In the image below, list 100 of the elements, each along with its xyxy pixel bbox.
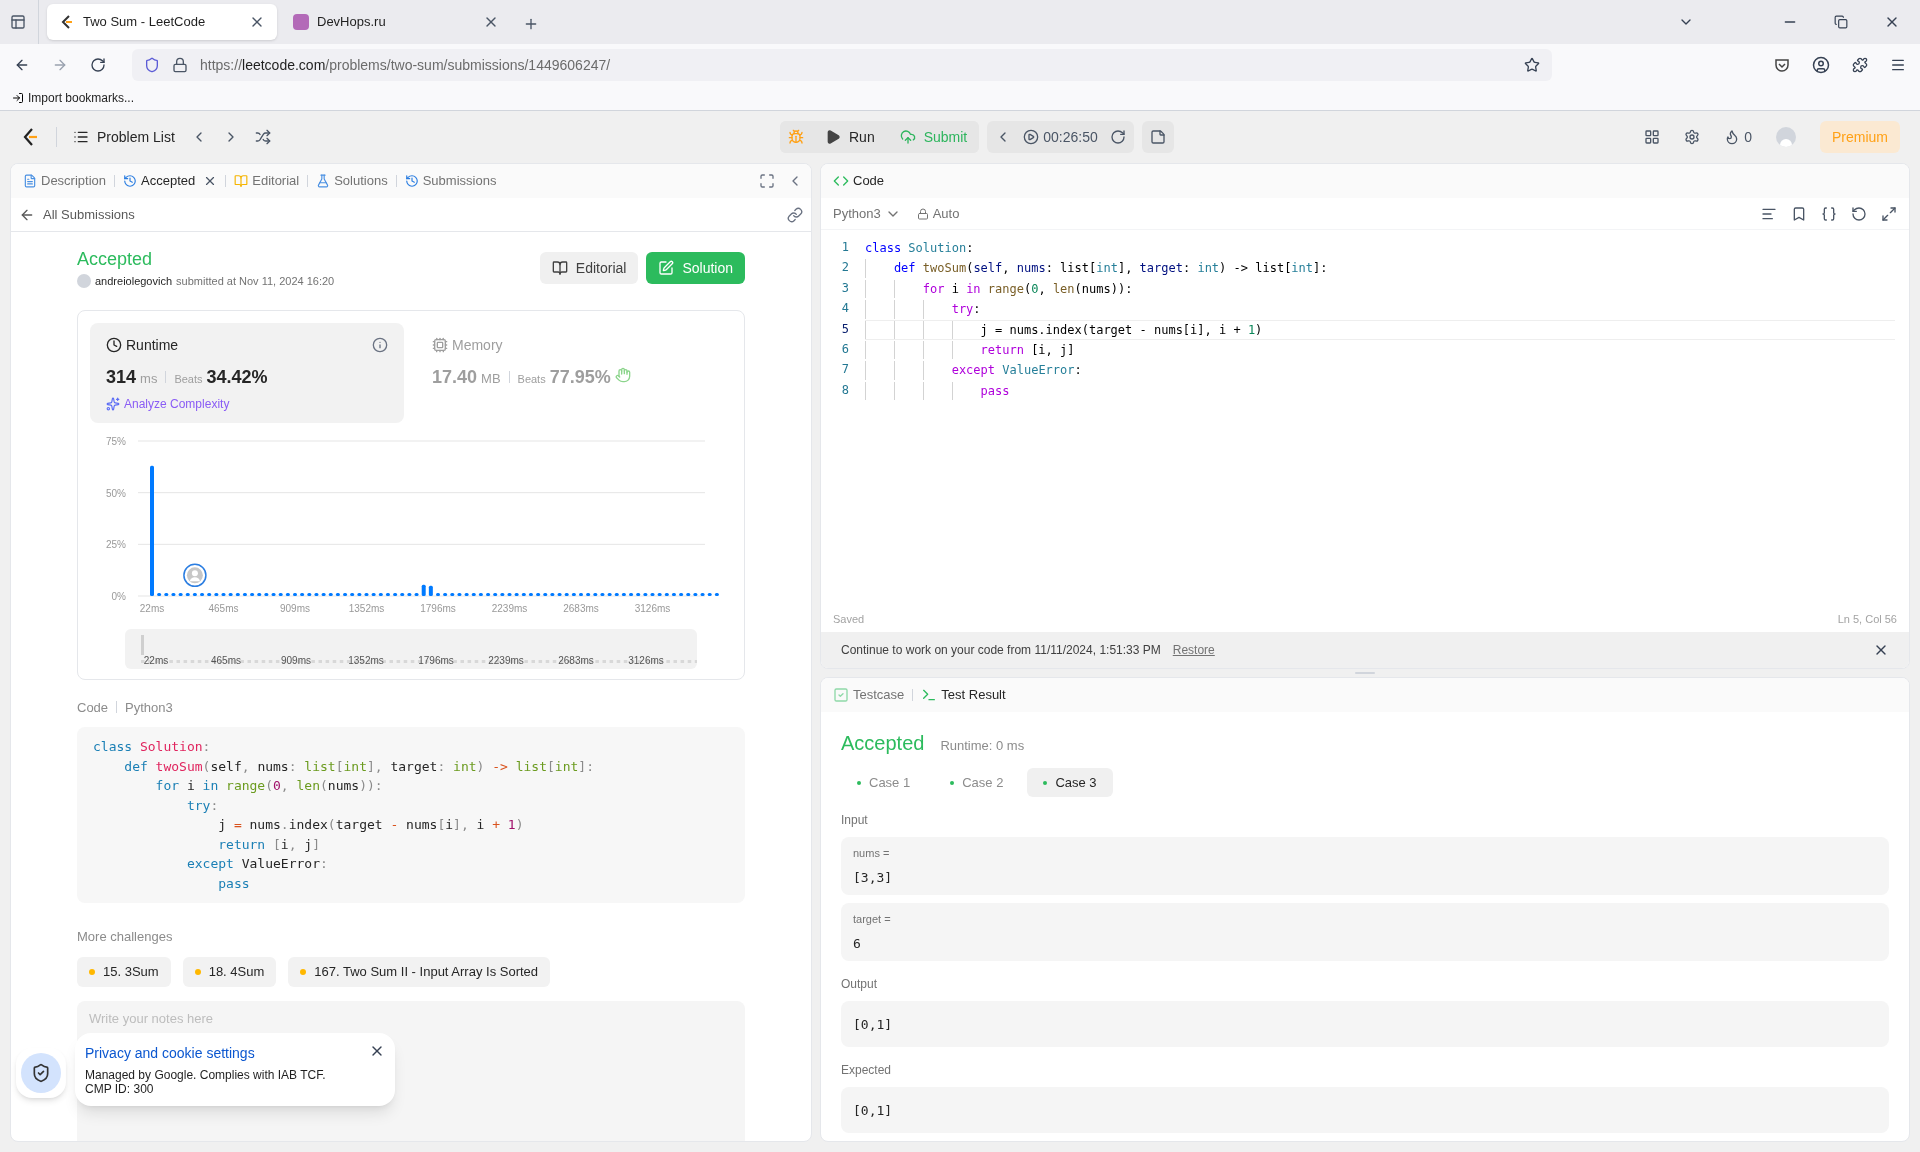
tab-title: DevHops.ru	[317, 13, 387, 32]
axis-label: 3126ms	[634, 602, 671, 614]
editorial-button[interactable]: Editorial	[539, 252, 639, 284]
output-value: [0,1]	[853, 1017, 893, 1032]
challenge-title[interactable]: 167. Two Sum II - Input Array Is Sorted	[314, 961, 539, 982]
challenge-chip[interactable]: 167. Two Sum II - Input Array Is Sorted	[288, 956, 551, 987]
language-select[interactable]: Python3	[833, 203, 901, 224]
range-label: 465ms	[210, 653, 242, 668]
line-number: 1	[840, 239, 850, 256]
beats-label: Beats	[517, 371, 546, 387]
submission-status: Accepted	[77, 248, 154, 271]
range-label: 2683ms	[557, 653, 595, 668]
browser-tab[interactable]: DevHops.ru	[281, 4, 511, 40]
panel-tab[interactable]: Editorial	[252, 171, 300, 191]
stat-unit: MB	[481, 369, 501, 388]
runtime-text: Runtime: 0 ms	[940, 737, 1025, 755]
submission-time: submitted at Nov 11, 2024 16:20	[176, 274, 335, 289]
code-line: for i in range(0, len(nums)):	[154, 777, 384, 795]
param-name: nums =	[853, 846, 891, 861]
code-line: return [i, j]	[217, 835, 321, 854]
challenge-title[interactable]: 18. 4Sum	[208, 961, 265, 982]
streak-count: 0	[1744, 127, 1752, 147]
problem-list-button[interactable]: Problem List	[73, 126, 175, 148]
beats-value: 34.42%	[206, 365, 268, 389]
code-line: pass	[217, 874, 251, 893]
expected-value: [0,1]	[853, 1103, 893, 1118]
section-title: More challenges	[77, 928, 174, 946]
panel-tab[interactable]: Description	[41, 171, 107, 191]
range-label: 3126ms	[627, 653, 665, 668]
code-line: return [i, j]	[865, 340, 1895, 361]
axis-label: 25%	[106, 538, 126, 550]
back-link[interactable]: All Submissions	[43, 204, 135, 225]
tab-title: Two Sum - LeetCode	[83, 13, 207, 32]
code-line: def twoSum(self, nums: list[int], target: int) -> list[int]:	[865, 258, 1895, 279]
browser-tab[interactable]: Two Sum - LeetCode	[47, 4, 277, 40]
code-line: j = nums.index(target - nums[i], i + 1)	[217, 816, 525, 834]
panel-tab[interactable]: Testcase	[853, 685, 905, 705]
result-status: Accepted	[841, 731, 925, 756]
stat-label: Runtime	[126, 335, 179, 355]
username[interactable]: andreiolegovich	[95, 273, 173, 290]
auto-mode: Auto	[932, 204, 960, 223]
code-line: try:	[185, 796, 220, 815]
panel-tab[interactable]: Test Result	[941, 685, 1006, 705]
panel-tab[interactable]: Submissions	[422, 171, 497, 191]
code-line: pass	[865, 380, 1895, 402]
analyze-link[interactable]: Analyze Complexity	[124, 394, 230, 413]
code-line: except ValueError:	[865, 360, 1895, 381]
restore-link[interactable]: Restore	[1172, 641, 1215, 659]
challenge-chip[interactable]: 18. 4Sum	[182, 956, 277, 987]
code-line: class Solution:	[93, 738, 212, 756]
challenge-title[interactable]: 15. 3Sum	[103, 961, 159, 982]
section-label: Input	[841, 812, 869, 829]
language-label: Python3	[125, 698, 173, 717]
case-tab[interactable]: Case 3	[1027, 768, 1113, 797]
axis-label: 1352ms	[348, 602, 385, 614]
range-slider[interactable]: 22ms 465ms 909ms 1352ms 1796ms 2239ms 2683ms 3126ms	[125, 628, 697, 669]
range-label: 909ms	[280, 653, 312, 668]
url-text: https://leetcode.com/problems/two-sum/submissions/1449606247/	[200, 55, 612, 75]
beats-label: Beats	[174, 371, 203, 387]
code-line: for i in range(0, len(nums)):	[865, 278, 1895, 300]
axis-label: 2683ms	[563, 602, 599, 614]
popup-text: Managed by Google. Complies with IAB TCF. CMP ID: 300	[85, 1068, 327, 1096]
axis-label: 1796ms	[420, 602, 456, 614]
axis-label: 75%	[106, 435, 126, 447]
range-label: 22ms	[142, 653, 170, 668]
case-tab[interactable]: Case 1	[841, 768, 927, 797]
axis-label: 50%	[106, 487, 126, 499]
axis-label: 909ms	[280, 602, 310, 614]
save-status: Saved	[833, 611, 865, 627]
challenge-chip[interactable]: 15. 3Sum	[77, 956, 171, 987]
line-number: 8	[840, 381, 850, 399]
code-line: j = nums.index(target - nums[i], i + 1)	[865, 319, 1895, 341]
axis-label: 465ms	[208, 602, 239, 614]
case-tab[interactable]: Case 2	[934, 768, 1020, 797]
code-line: class Solution:	[865, 240, 975, 257]
panel-tab[interactable]: Solutions	[334, 171, 388, 191]
code-line: try:	[865, 299, 1895, 320]
cursor-position: Ln 5, Col 56	[1837, 611, 1897, 627]
panel-tab[interactable]: Accepted	[141, 171, 196, 191]
restore-message: Continue to work on your code from 11/11/2024, 1:51:33 PM	[841, 642, 1161, 659]
axis-label: 2239ms	[491, 602, 528, 614]
param-name: target =	[853, 912, 892, 927]
section-label: Code	[77, 698, 109, 717]
bookmark-item[interactable]: Import bookmarks...	[28, 89, 135, 107]
stat-unit: ms	[140, 369, 158, 388]
address-bar[interactable]: https://leetcode.com/problems/two-sum/submissions/1449606247/	[132, 49, 1552, 81]
beats-value: 77.95%	[549, 365, 611, 389]
privacy-settings-link[interactable]: Privacy and cookie settings	[85, 1043, 255, 1064]
code-line: def twoSum(self, nums: list[int], target: int) -> list[int]:	[123, 757, 595, 776]
stat-card[interactable]: Runtime 314 ms Beats 34.42% Analyze Complexity	[90, 322, 404, 423]
code-line: except ValueError:	[185, 855, 329, 873]
axis-label: 22ms	[139, 602, 165, 614]
range-label: 1796ms	[417, 653, 455, 668]
stat-label: Memory	[452, 335, 503, 355]
line-number: 5	[840, 320, 850, 338]
stat-value: 314	[106, 365, 137, 389]
panel-title: Code	[853, 172, 885, 191]
line-number: 6	[840, 341, 850, 359]
range-label: 1352ms	[347, 653, 385, 668]
param-value: [3,3]	[853, 868, 894, 887]
